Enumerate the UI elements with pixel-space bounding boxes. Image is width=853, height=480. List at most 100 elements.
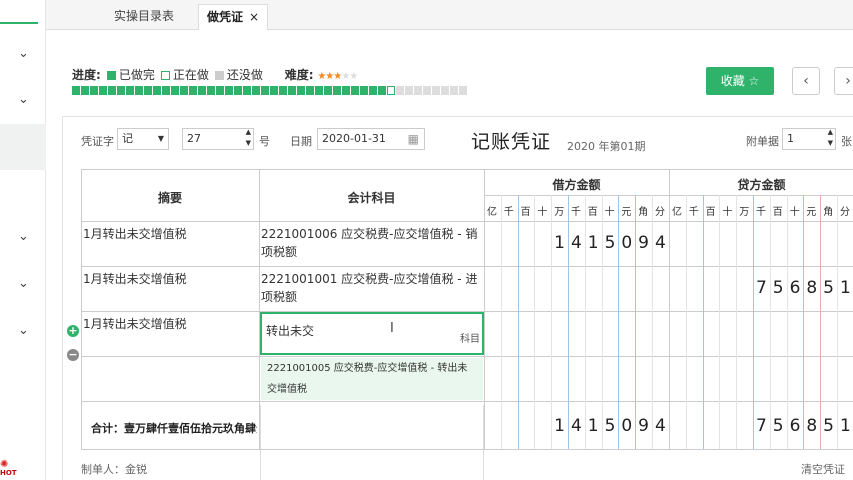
- unit-label: 分: [655, 207, 665, 218]
- clear-voucher-link[interactable]: 清空凭证: [801, 461, 845, 477]
- progress-cell-done[interactable]: [306, 86, 314, 95]
- progress-cell-todo[interactable]: [432, 86, 440, 95]
- chevron-down-icon[interactable]: ⌄: [18, 324, 30, 337]
- progress-cell-done[interactable]: [108, 86, 116, 95]
- progress-cell-done[interactable]: [162, 86, 170, 95]
- progress-cell-todo[interactable]: [396, 86, 404, 95]
- remove-row-icon[interactable]: −: [67, 349, 79, 361]
- app-root: ⌄ ⌄ ⌄ ⌄ ⌄ ✺ HOT 实操目录表 做凭证 × 进度: 已做完 正在做 还没做 …: [0, 0, 853, 480]
- progress-cell-todo[interactable]: [414, 86, 422, 95]
- progress-cell-todo[interactable]: [459, 86, 467, 95]
- progress-cell-todo[interactable]: [441, 86, 449, 95]
- account-dropdown-option[interactable]: 2221001005 应交税费-应交增值税 - 转出未交增值税: [261, 358, 483, 400]
- row1-debit-digit: 1: [554, 233, 565, 253]
- row2-account[interactable]: 2221001001 应交税费-应交增值税 - 进项税额: [261, 270, 483, 306]
- prev-button[interactable]: ‹: [792, 67, 820, 95]
- progress-cell-todo[interactable]: [423, 86, 431, 95]
- progress-cell-done[interactable]: [144, 86, 152, 95]
- progress-cell-done[interactable]: [369, 86, 377, 95]
- next-button[interactable]: ›: [834, 67, 853, 95]
- progress-cell-done[interactable]: [99, 86, 107, 95]
- total-debit-digit: 9: [638, 416, 649, 436]
- row1-debit-digit: 4: [570, 233, 582, 253]
- collect-button[interactable]: 收藏 ☆: [706, 67, 774, 95]
- row3-summary[interactable]: 1月转出未交增值税: [83, 315, 257, 333]
- progress-cell-done[interactable]: [261, 86, 269, 95]
- voucher-number-unit: 号: [259, 135, 270, 148]
- progress-cell-done[interactable]: [252, 86, 260, 95]
- sidebar-selected-item[interactable]: [0, 124, 46, 170]
- tab-make-voucher[interactable]: 做凭证 ×: [198, 4, 269, 30]
- progress-cell-done[interactable]: [171, 86, 179, 95]
- progress-cell-done[interactable]: [117, 86, 125, 95]
- progress-cell-done[interactable]: [342, 86, 350, 95]
- unit-label: 万: [554, 207, 565, 218]
- add-row-icon[interactable]: +: [67, 325, 79, 337]
- unit-label: 元: [621, 207, 632, 218]
- progress-cell-done[interactable]: [126, 86, 134, 95]
- chevron-down-icon[interactable]: ⌄: [18, 277, 30, 290]
- date-input[interactable]: 2020-01-31 ▦: [317, 128, 425, 150]
- progress-cell-done[interactable]: [315, 86, 323, 95]
- total-debit-digit: 1: [587, 416, 599, 436]
- total-credit-digit: 5: [772, 416, 784, 436]
- stepper-arrows-icon[interactable]: ▲ ▼: [246, 127, 251, 149]
- voucher-number-stepper[interactable]: 27 ▲ ▼: [182, 128, 254, 150]
- chevron-down-icon[interactable]: ⌄: [18, 230, 30, 243]
- progress-cell-done[interactable]: [234, 86, 242, 95]
- progress-cell-done[interactable]: [135, 86, 143, 95]
- row2-credit-digit: 5: [823, 278, 834, 298]
- progress-cell-done[interactable]: [207, 86, 215, 95]
- voucher-word-select[interactable]: 记 ▼: [117, 128, 169, 150]
- progress-cell-done[interactable]: [180, 86, 188, 95]
- unit-label: 百: [520, 207, 531, 218]
- row1-account[interactable]: 2221001006 应交税费-应交增值税 - 销项税额: [261, 225, 483, 261]
- close-icon[interactable]: ×: [249, 10, 259, 24]
- chevron-down-icon[interactable]: ⌄: [18, 47, 30, 60]
- grid-hline: [81, 356, 853, 357]
- attachment-label: 附单据: [746, 135, 779, 148]
- progress-cell-done[interactable]: [333, 86, 341, 95]
- voucher-panel: 凭证字 记 ▼ 27 ▲ ▼ 号 日期 2020-01-31 ▦ 记账凭证 2020 年…: [62, 116, 853, 480]
- progress-cell-current[interactable]: [387, 86, 395, 95]
- grid-hline: [81, 221, 853, 222]
- progress-cell-done[interactable]: [360, 86, 368, 95]
- voucher-word-label: 凭证字: [81, 135, 114, 148]
- progress-cell-todo[interactable]: [450, 86, 458, 95]
- progress-cell-done[interactable]: [225, 86, 233, 95]
- stepper-arrows-icon[interactable]: ▲ ▼: [828, 127, 833, 149]
- account-input-value: 转出未交: [266, 324, 315, 338]
- progress-cell-done[interactable]: [216, 86, 224, 95]
- progress-cell-todo[interactable]: [405, 86, 413, 95]
- unit-label: 千: [571, 207, 581, 218]
- progress-cell-done[interactable]: [81, 86, 89, 95]
- progress-cell-done[interactable]: [324, 86, 332, 95]
- tab-practice-catalog[interactable]: 实操目录表: [106, 4, 182, 30]
- progress-cell-done[interactable]: [279, 86, 287, 95]
- progress-cell-done[interactable]: [153, 86, 161, 95]
- progress-cell-done[interactable]: [72, 86, 80, 95]
- unit-label: 千: [503, 207, 514, 218]
- account-search-input[interactable]: 转出未交 I 科目: [260, 312, 484, 355]
- attachment-count-stepper[interactable]: 1 ▲ ▼: [782, 128, 836, 150]
- row1-debit-digit: 4: [654, 233, 666, 253]
- chevron-down-icon[interactable]: ⌄: [18, 93, 30, 106]
- progress-cell-done[interactable]: [297, 86, 305, 95]
- progress-cell-done[interactable]: [243, 86, 251, 95]
- row1-summary[interactable]: 1月转出未交增值税: [83, 225, 257, 243]
- progress-cell-done[interactable]: [189, 86, 197, 95]
- progress-cell-done[interactable]: [90, 86, 98, 95]
- progress-cell-done[interactable]: [378, 86, 386, 95]
- col-header-credit: 贷方金额: [737, 178, 786, 192]
- unit-label: 十: [722, 207, 733, 218]
- progress-cell-done[interactable]: [270, 86, 278, 95]
- calendar-icon[interactable]: ▦: [408, 129, 419, 149]
- row2-summary[interactable]: 1月转出未交增值税: [83, 270, 257, 288]
- col-header-account: 会计科目: [347, 191, 396, 205]
- digit-column-line: [803, 195, 805, 449]
- date-label: 日期: [290, 135, 312, 148]
- progress-cell-done[interactable]: [198, 86, 206, 95]
- progress-cell-done[interactable]: [288, 86, 296, 95]
- unit-label: 万: [739, 207, 750, 218]
- progress-cell-done[interactable]: [351, 86, 359, 95]
